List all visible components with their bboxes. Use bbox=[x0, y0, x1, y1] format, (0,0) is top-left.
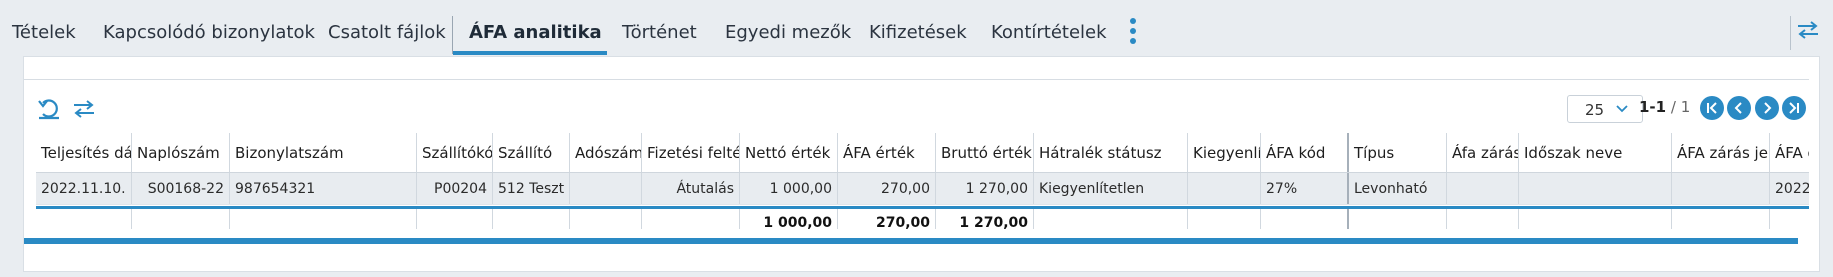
page-total: 1 bbox=[1680, 98, 1691, 116]
swap-arrows-icon[interactable] bbox=[72, 99, 96, 123]
total-afa: 270,00 bbox=[838, 209, 936, 229]
tab-tetelek[interactable]: Tételek bbox=[12, 22, 76, 43]
column-header[interactable]: Időszak neve bbox=[1519, 133, 1672, 172]
page-size-select[interactable]: 25 bbox=[1567, 95, 1643, 123]
column-header[interactable]: Hátralék státusz bbox=[1034, 133, 1188, 172]
total-cell bbox=[642, 209, 740, 229]
table-cell: 987654321 bbox=[230, 173, 417, 204]
page-info: 1-1 / 1 bbox=[1639, 98, 1690, 116]
tab-afa-analitika[interactable]: ÁFA analitika bbox=[469, 22, 602, 43]
afa-grid: Teljesítés dá Naplószám Bizonylatszám Sz… bbox=[36, 133, 1809, 229]
column-header[interactable]: ÁFA érték bbox=[838, 133, 936, 172]
tab-kapcsolodo-bizonylatok[interactable]: Kapcsolódó bizonylatok bbox=[103, 22, 315, 43]
tab-csatolt-fajlok[interactable]: Csatolt fájlok bbox=[328, 22, 446, 43]
column-header[interactable]: ÁFA zárás jel bbox=[1672, 133, 1770, 172]
total-cell bbox=[36, 209, 132, 229]
refresh-icon[interactable] bbox=[37, 97, 61, 125]
tab-divider bbox=[452, 16, 453, 54]
total-cell bbox=[132, 209, 230, 229]
horizontal-scrollbar[interactable] bbox=[24, 238, 1798, 244]
column-header[interactable]: Nettó érték bbox=[740, 133, 838, 172]
next-page-icon[interactable] bbox=[1755, 96, 1779, 120]
table-cell: Átutalás bbox=[642, 173, 740, 204]
table-cell: S00168-22 bbox=[132, 173, 230, 204]
page-separator: / bbox=[1666, 98, 1681, 116]
total-cell bbox=[417, 209, 493, 229]
table-cell bbox=[1519, 173, 1672, 204]
column-header[interactable]: Szállítókód bbox=[417, 133, 493, 172]
column-header[interactable]: ÁFA d bbox=[1770, 133, 1809, 172]
column-header[interactable]: Fizetési feltét bbox=[642, 133, 740, 172]
table-cell: P00204 bbox=[417, 173, 493, 204]
total-brutto: 1 270,00 bbox=[936, 209, 1034, 229]
table-cell: 512 Teszt bbox=[493, 173, 570, 204]
page-range: 1-1 bbox=[1639, 98, 1667, 116]
table-row[interactable]: 2022.11.10. S00168-22 987654321 P00204 5… bbox=[36, 173, 1809, 205]
table-cell: Kiegyenlítetlen bbox=[1034, 173, 1188, 204]
grid-header-row: Teljesítés dá Naplószám Bizonylatszám Sz… bbox=[36, 133, 1809, 173]
total-netto: 1 000,00 bbox=[740, 209, 838, 229]
last-page-icon[interactable] bbox=[1782, 96, 1806, 120]
total-cell bbox=[1349, 209, 1447, 229]
previous-page-icon[interactable] bbox=[1727, 96, 1751, 120]
total-cell bbox=[1447, 209, 1519, 229]
column-header[interactable]: Naplószám bbox=[132, 133, 230, 172]
total-cell bbox=[230, 209, 417, 229]
table-cell: 2022. bbox=[1775, 180, 1809, 197]
table-cell: 2022.11.10. bbox=[36, 173, 132, 204]
column-header[interactable]: Adószám bbox=[570, 133, 642, 172]
afa-analitika-panel: 25 1-1 / 1 Teljesítés dá Naplószám Bizon… bbox=[23, 56, 1820, 272]
column-header[interactable]: Áfa zárás bbox=[1447, 133, 1519, 172]
total-cell bbox=[1188, 209, 1261, 229]
table-cell bbox=[1447, 173, 1519, 204]
tab-bar: Tételek Kapcsolódó bizonylatok Csatolt f… bbox=[0, 0, 1833, 56]
total-cell bbox=[1034, 209, 1188, 229]
table-cell bbox=[1188, 173, 1261, 204]
total-cell bbox=[1770, 209, 1809, 229]
table-cell: 1 000,00 bbox=[740, 173, 838, 204]
table-cell: 270,00 bbox=[838, 173, 936, 204]
column-header[interactable]: Bruttó érték bbox=[936, 133, 1034, 172]
page-size-value: 25 bbox=[1585, 101, 1605, 119]
column-header[interactable]: Kiegyenlít bbox=[1188, 133, 1261, 172]
tab-kontirtetelek[interactable]: Kontírtételek bbox=[991, 22, 1107, 43]
active-tab-indicator bbox=[453, 51, 607, 55]
total-cell bbox=[1519, 209, 1672, 229]
table-cell: 27% bbox=[1261, 173, 1349, 204]
column-header[interactable]: ÁFA kód bbox=[1261, 133, 1349, 172]
column-header[interactable]: Teljesítés dá bbox=[36, 133, 132, 172]
more-tabs-icon[interactable] bbox=[1125, 16, 1141, 46]
panel-separator bbox=[24, 79, 1809, 80]
column-header[interactable]: Típus bbox=[1349, 133, 1447, 172]
total-cell bbox=[1261, 209, 1349, 229]
tab-egyedi-mezok[interactable]: Egyedi mezők bbox=[725, 22, 851, 43]
totals-row: 1 000,00 270,00 1 270,00 bbox=[36, 206, 1809, 229]
total-cell bbox=[493, 209, 570, 229]
table-cell: 1 270,00 bbox=[936, 173, 1034, 204]
table-cell bbox=[570, 173, 642, 204]
column-header[interactable]: Szállító bbox=[493, 133, 570, 172]
chevron-down-icon bbox=[1614, 100, 1630, 120]
table-cell bbox=[1672, 173, 1770, 204]
tab-tortenet[interactable]: Történet bbox=[622, 22, 697, 43]
total-cell bbox=[570, 209, 642, 229]
right-divider bbox=[1790, 16, 1791, 50]
swap-arrows-icon[interactable] bbox=[1796, 20, 1820, 44]
tab-kifizetesek[interactable]: Kifizetések bbox=[869, 22, 967, 43]
table-cell: Levonható bbox=[1349, 173, 1447, 204]
total-cell bbox=[1672, 209, 1770, 229]
column-header[interactable]: Bizonylatszám bbox=[230, 133, 417, 172]
first-page-icon[interactable] bbox=[1700, 96, 1724, 120]
